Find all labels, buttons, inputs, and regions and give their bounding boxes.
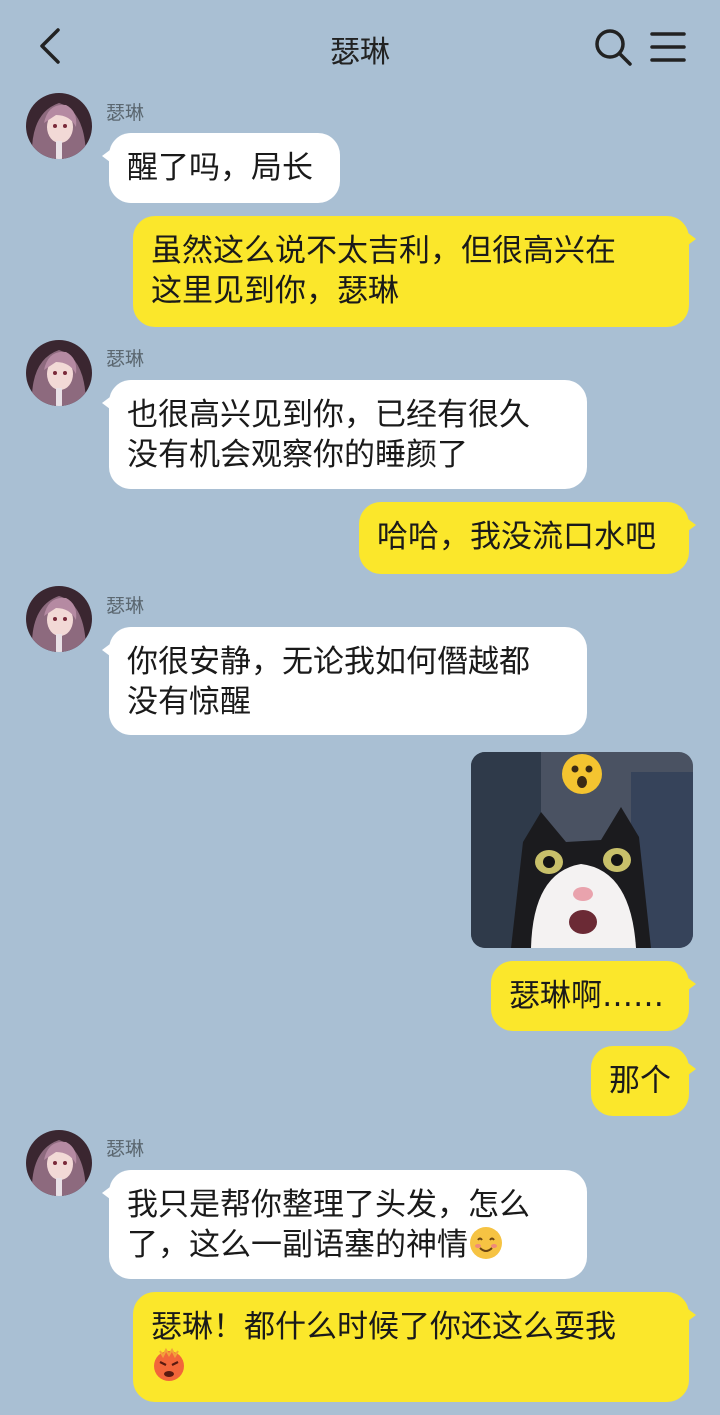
surprised-cat-sticker[interactable] xyxy=(471,752,693,948)
message-text: 也很高兴见到你，已经有很久 没有机会观察你的睡颜了 xyxy=(127,397,530,473)
message-text-content: 瑟琳！都什么时候了你还这么耍我 xyxy=(151,1309,616,1345)
avatar[interactable] xyxy=(26,93,92,159)
outgoing-message[interactable]: 那个 xyxy=(591,1046,696,1116)
message-text: 我只是帮你整理了头发，怎么 了，这么一副语塞的神情 xyxy=(109,1170,587,1280)
incoming-message[interactable]: 也很高兴见到你，已经有很久 没有机会观察你的睡颜了 xyxy=(102,380,587,489)
chat-header: 瑟琳 xyxy=(0,0,720,92)
incoming-message[interactable]: 我只是帮你整理了头发，怎么 了，这么一副语塞的神情 xyxy=(102,1170,587,1280)
search-icon[interactable] xyxy=(592,26,634,68)
message-text: 你很安静，无论我如何僭越都 没有惊醒 xyxy=(127,644,530,720)
message-text: 瑟琳啊…… xyxy=(509,978,664,1014)
angry-face-emoji xyxy=(151,1347,187,1383)
menu-icon[interactable] xyxy=(648,28,688,66)
message-text: 瑟琳！都什么时候了你还这么耍我 xyxy=(133,1292,689,1402)
message-text: 那个 xyxy=(609,1063,671,1099)
sender-name: 瑟琳 xyxy=(106,102,145,124)
message-text: 虽然这么说不太吉利，但很高兴在 这里见到你，瑟琳 xyxy=(151,233,616,309)
message-text: 醒了吗，局长 xyxy=(127,150,313,186)
outgoing-message[interactable]: 瑟琳啊…… xyxy=(491,961,696,1031)
avatar[interactable] xyxy=(26,340,92,406)
smiling-blush-emoji xyxy=(468,1225,504,1261)
outgoing-message[interactable]: 哈哈，我没流口水吧 xyxy=(359,502,696,574)
sender-name: 瑟琳 xyxy=(106,1138,145,1160)
sender-name: 瑟琳 xyxy=(106,348,145,370)
incoming-message[interactable]: 醒了吗，局长 xyxy=(102,133,340,203)
avatar[interactable] xyxy=(26,586,92,652)
sender-name: 瑟琳 xyxy=(106,595,145,617)
avatar[interactable] xyxy=(26,1130,92,1196)
message-text: 哈哈，我没流口水吧 xyxy=(377,519,656,555)
outgoing-message[interactable]: 瑟琳！都什么时候了你还这么耍我 xyxy=(133,1292,696,1402)
incoming-message[interactable]: 你很安静，无论我如何僭越都 没有惊醒 xyxy=(102,627,587,735)
outgoing-message[interactable]: 虽然这么说不太吉利，但很高兴在 这里见到你，瑟琳 xyxy=(133,216,696,327)
